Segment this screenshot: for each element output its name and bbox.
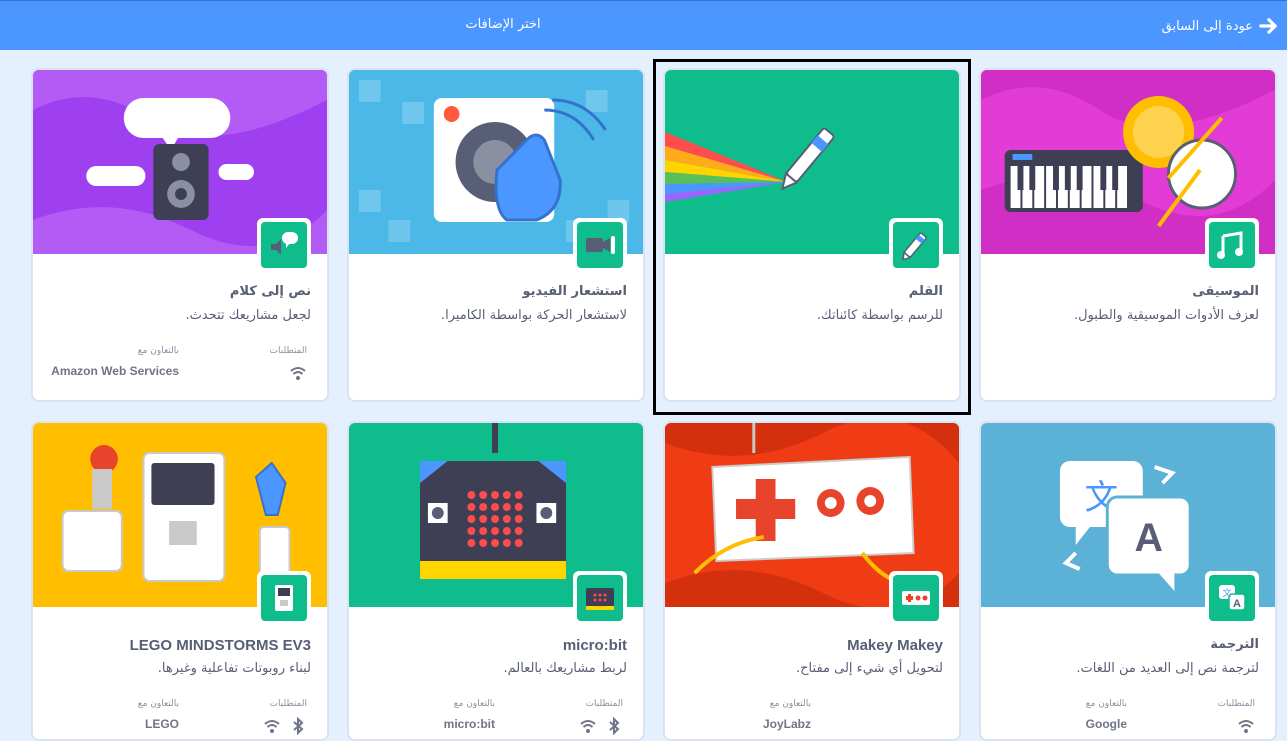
- bluetooth-icon: [293, 717, 304, 735]
- wifi-icon: [290, 367, 306, 380]
- extension-name: LEGO MINDSTORMS EV3: [129, 637, 311, 654]
- music-note-icon: [1217, 231, 1243, 259]
- requirements-icons: [1237, 717, 1255, 735]
- wifi-icon: [1238, 720, 1254, 733]
- collaborator-name: micro:bit: [443, 717, 495, 731]
- microbit-icon: [586, 588, 614, 610]
- video-badge: [573, 218, 627, 272]
- extension-card-music[interactable]: الموسيقى لعزف الأدوات الموسيقية والطبول.: [979, 68, 1277, 402]
- requirements-label: المتطلبات: [269, 346, 307, 356]
- extension-library-header: اختر الإضافات عودة إلى السابق: [0, 0, 1287, 50]
- requirements-label: المتطلبات: [269, 699, 307, 709]
- ev3-badge: [257, 571, 311, 625]
- extension-description: للرسم بواسطة كائناتك.: [816, 308, 943, 323]
- speaker-speech-icon: [271, 232, 298, 255]
- collaborator-name: Google: [1085, 717, 1127, 731]
- extension-card-text-to-speech[interactable]: نص إلى كلام لجعل مشاريعك تتحدث. المتطلبا…: [31, 68, 329, 402]
- collaboration-label: بالتعاون مع: [1085, 699, 1127, 709]
- video-camera-icon: [586, 236, 615, 254]
- requirements-icons: [263, 717, 307, 735]
- collaboration-label: بالتعاون مع: [769, 699, 811, 709]
- extension-card-video-sensing[interactable]: استشعار الفيديو لاستشعار الحركة بواسطة ا…: [347, 68, 645, 402]
- arrow-right-icon: [1259, 18, 1277, 34]
- collaborator-name: LEGO: [144, 717, 179, 731]
- collaboration-label: بالتعاون مع: [137, 346, 179, 356]
- extension-description: لعزف الأدوات الموسيقية والطبول.: [1073, 308, 1259, 323]
- extension-name: القلم: [908, 284, 943, 299]
- extension-name: الترجمة: [1210, 637, 1259, 652]
- extension-card-pen[interactable]: القلم للرسم بواسطة كائناتك.: [663, 68, 961, 402]
- bluetooth-icon: [609, 717, 620, 735]
- extension-description: لبناء روبوتات تفاعلية وغيرها.: [157, 661, 311, 676]
- wifi-icon: [264, 720, 280, 733]
- extension-name: Makey Makey: [847, 637, 943, 654]
- extension-description: لتحويل أي شيء إلى مفتاح.: [796, 661, 943, 676]
- collaboration-label: بالتعاون مع: [137, 699, 179, 709]
- extension-description: لترجمة نص إلى العديد من اللغات.: [1076, 661, 1259, 676]
- svg-text:A: A: [1134, 516, 1162, 560]
- requirements-label: المتطلبات: [585, 699, 623, 709]
- translate-badge: A 文: [1205, 571, 1259, 625]
- extension-name: الموسيقى: [1192, 284, 1259, 299]
- extension-description: لربط مشاريعك بالعالم.: [503, 661, 627, 676]
- back-button[interactable]: عودة إلى السابق: [1162, 1, 1277, 51]
- ev3-brick-icon: [275, 585, 293, 611]
- extension-name: نص إلى كلام: [229, 284, 311, 299]
- svg-text:文: 文: [1222, 587, 1231, 599]
- wifi-icon: [580, 720, 596, 733]
- svg-text:A: A: [1233, 598, 1241, 610]
- pen-icon: [902, 232, 927, 261]
- extension-name: micro:bit: [562, 637, 627, 654]
- makey-board-icon: [902, 591, 930, 605]
- music-badge: [1205, 218, 1259, 272]
- extension-description: لجعل مشاريعك تتحدث.: [185, 308, 311, 323]
- back-label: عودة إلى السابق: [1161, 18, 1253, 34]
- microbit-badge: [573, 571, 627, 625]
- requirements-label: المتطلبات: [1217, 699, 1255, 709]
- translate-icon: A 文: [1219, 585, 1246, 611]
- collaborator-name: Amazon Web Services: [51, 364, 179, 378]
- tts-badge: [257, 218, 311, 272]
- extension-name: استشعار الفيديو: [522, 284, 627, 299]
- page-title: اختر الإضافات: [465, 17, 541, 32]
- extension-description: لاستشعار الحركة بواسطة الكاميرا.: [440, 308, 627, 323]
- requirements-icons: [289, 364, 307, 382]
- collaborator-name: JoyLabz: [762, 717, 811, 731]
- requirements-icons: [579, 717, 623, 735]
- collaboration-label: بالتعاون مع: [453, 699, 495, 709]
- extension-card-translate[interactable]: 文 A A 文 الترجمة لترجمة نص إلى العديد من …: [979, 421, 1277, 741]
- makey-badge: [889, 571, 943, 625]
- extension-card-lego-ev3[interactable]: LEGO MINDSTORMS EV3 لبناء روبوتات تفاعلي…: [31, 421, 329, 741]
- pen-badge: [889, 218, 943, 272]
- extension-card-microbit[interactable]: micro:bit لربط مشاريعك بالعالم. المتطلبا…: [347, 421, 645, 741]
- extension-card-makey-makey[interactable]: Makey Makey لتحويل أي شيء إلى مفتاح. بال…: [663, 421, 961, 741]
